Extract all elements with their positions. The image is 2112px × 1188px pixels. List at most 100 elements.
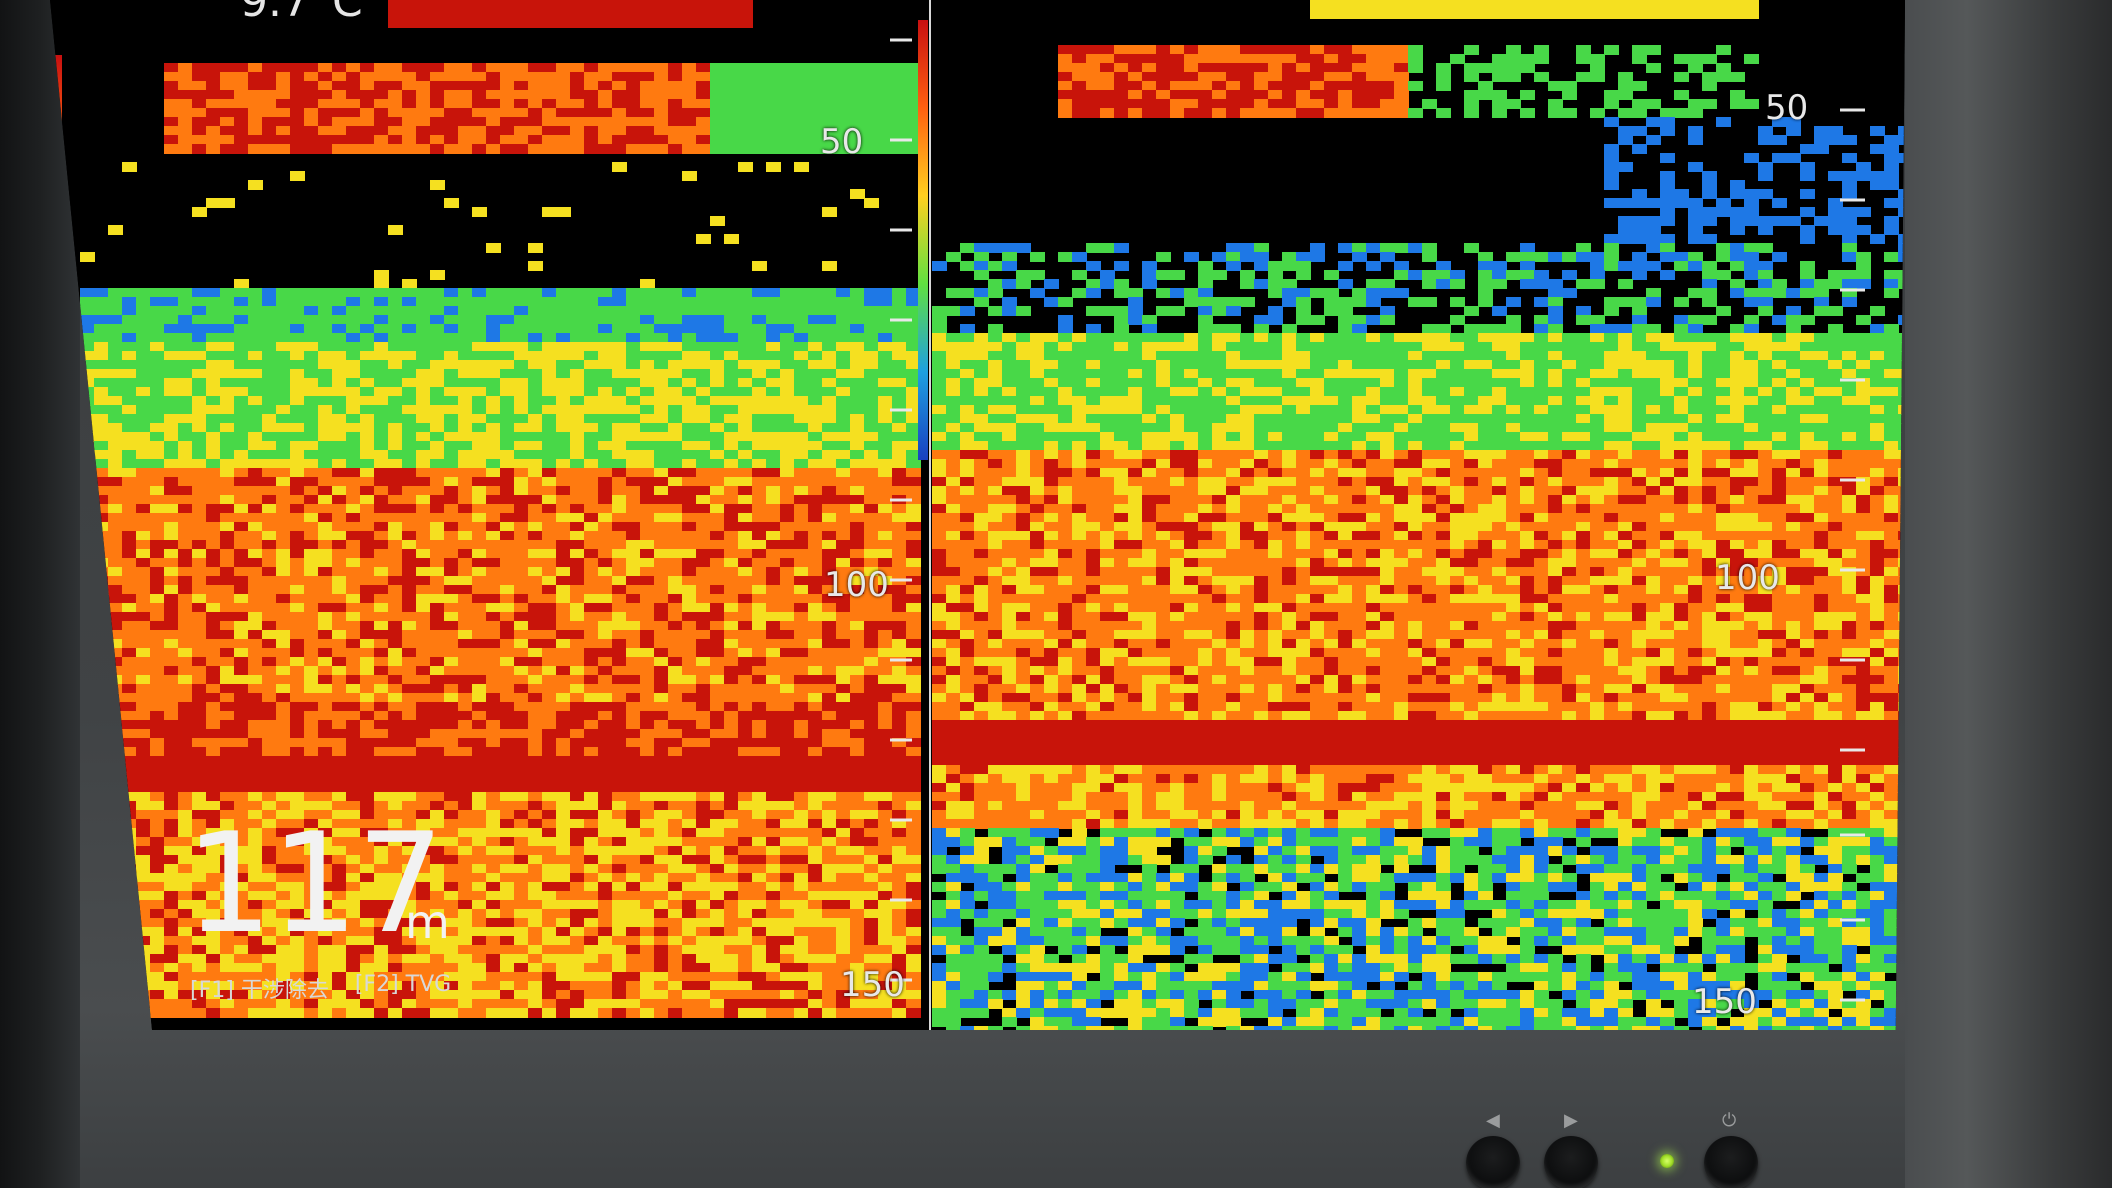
- echo-cell: [584, 846, 599, 856]
- echo-cell: [794, 792, 809, 802]
- echo-cell: [710, 675, 725, 685]
- echo-cell: [542, 18, 557, 28]
- echo-cell: [360, 441, 375, 451]
- echo-cell: [640, 0, 655, 10]
- echo-cell: [388, 720, 403, 730]
- echo-cell: [346, 324, 361, 334]
- echo-cell: [416, 666, 431, 676]
- echo-cell: [220, 315, 235, 325]
- echo-cell: [542, 585, 557, 595]
- echo-cell: [234, 396, 249, 406]
- echo-cell: [682, 792, 697, 802]
- echo-cell: [598, 486, 613, 496]
- echo-cell: [542, 432, 557, 442]
- echo-cell: [220, 639, 235, 649]
- echo-cell: [444, 414, 459, 424]
- echo-cell: [276, 81, 291, 91]
- echo-cell: [234, 522, 249, 532]
- echo-cell: [864, 765, 879, 775]
- echo-cell: [430, 675, 445, 685]
- echo-cell: [178, 540, 193, 550]
- echo-cell: [710, 315, 725, 325]
- echo-cell: [878, 756, 893, 766]
- echo-cell: [500, 558, 515, 568]
- echo-cell: [402, 630, 417, 640]
- echo-cell: [108, 585, 123, 595]
- echo-cell: [682, 882, 697, 892]
- echo-cell: [416, 612, 431, 622]
- echo-cell: [780, 792, 795, 802]
- echo-cell: [486, 720, 501, 730]
- echo-cell: [430, 360, 445, 370]
- echo-cell: [738, 801, 753, 811]
- echo-cell: [388, 288, 403, 298]
- echo-cell: [668, 414, 683, 424]
- echo-cell: [906, 549, 921, 559]
- echo-cell: [486, 477, 501, 487]
- echo-cell: [864, 72, 879, 82]
- echo-cell: [458, 432, 473, 442]
- echo-cell: [612, 450, 627, 460]
- echo-cell: [360, 531, 375, 541]
- echo-cell: [276, 567, 291, 577]
- echo-cell: [458, 657, 473, 667]
- echo-cell: [738, 900, 753, 910]
- echo-cell: [136, 315, 151, 325]
- echo-cell: [570, 603, 585, 613]
- echo-cell: [262, 513, 277, 523]
- echo-cell: [290, 576, 305, 586]
- echo-cell: [416, 495, 431, 505]
- echo-cell: [402, 513, 417, 523]
- echo-cell: [822, 909, 837, 919]
- echo-cell: [150, 792, 165, 802]
- echo-cell: [374, 432, 389, 442]
- echo-cell: [94, 297, 109, 307]
- echo-cell: [696, 837, 711, 847]
- echo-cell: [80, 315, 95, 325]
- echo-cell: [290, 297, 305, 307]
- echo-cell: [738, 729, 753, 739]
- echo-cell: [682, 774, 697, 784]
- echo-cell: [514, 558, 529, 568]
- echo-cell: [164, 729, 179, 739]
- echo-cell: [164, 108, 179, 118]
- echo-cell: [850, 693, 865, 703]
- echo-cell: [794, 540, 809, 550]
- echo-cell: [402, 279, 417, 289]
- echo-cell: [794, 396, 809, 406]
- echo-cell: [318, 90, 333, 100]
- echo-cell: [248, 315, 263, 325]
- echo-cell: [108, 396, 123, 406]
- echo-cell: [458, 495, 473, 505]
- echo-cell: [528, 621, 543, 631]
- echo-cell: [822, 297, 837, 307]
- echo-cell: [486, 513, 501, 523]
- echo-cell: [486, 810, 501, 820]
- echo-cell: [150, 801, 165, 811]
- echo-cell: [682, 675, 697, 685]
- echo-cell: [276, 648, 291, 658]
- echo-cell: [458, 531, 473, 541]
- echo-cell: [220, 360, 235, 370]
- echo-cell: [542, 783, 557, 793]
- echo-cell: [668, 405, 683, 415]
- echo-cell: [640, 495, 655, 505]
- echo-cell: [738, 504, 753, 514]
- echo-cell: [290, 423, 305, 433]
- echo-cell: [206, 720, 221, 730]
- echo-cell: [486, 585, 501, 595]
- echo-cell: [570, 918, 585, 928]
- echo-cell: [290, 468, 305, 478]
- echo-cell: [290, 342, 305, 352]
- echo-cell: [108, 378, 123, 388]
- echo-cell: [430, 468, 445, 478]
- echo-cell: [696, 486, 711, 496]
- echo-cell: [654, 0, 669, 10]
- echo-cell: [500, 666, 515, 676]
- echo-cell: [416, 468, 431, 478]
- echo-cell: [108, 531, 123, 541]
- echo-cell: [332, 738, 347, 748]
- echo-cell: [850, 333, 865, 343]
- echo-cell: [346, 711, 361, 721]
- echo-cell: [654, 648, 669, 658]
